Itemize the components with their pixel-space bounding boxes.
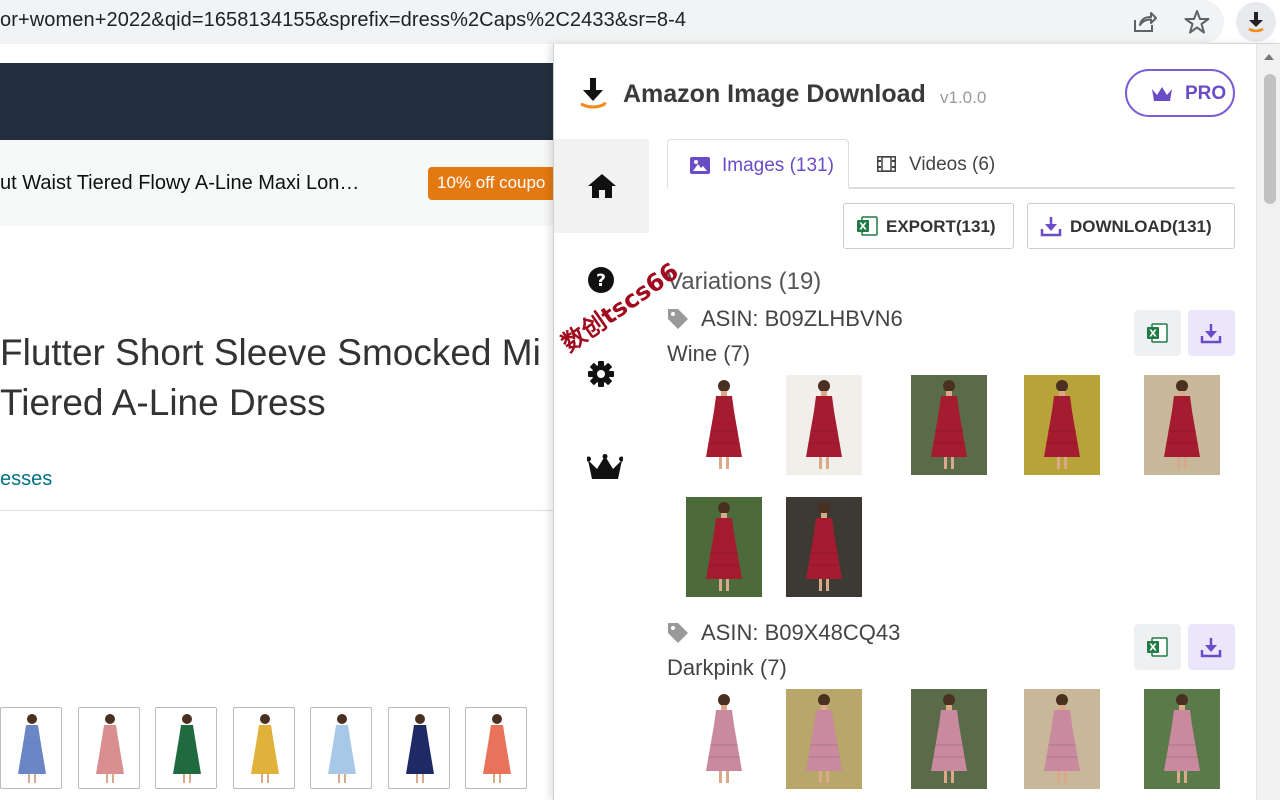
crown-icon [587, 454, 623, 482]
asin-label: ASIN: B09ZLHBVN6 [701, 306, 903, 332]
color-swatch-thumbnail[interactable] [233, 707, 295, 789]
app-logo-icon [576, 76, 610, 115]
product-title-line2: Tiered A-Line Dress [0, 378, 541, 428]
export-label: EXPORT(131) [886, 217, 996, 237]
divider [0, 510, 553, 511]
tab-videos[interactable]: Videos (6) [855, 139, 1005, 189]
media-tabs: Images (131) Videos (6) [667, 139, 1235, 189]
pro-label: PRO [1185, 83, 1226, 105]
address-bar[interactable]: or+women+2022&qid=1658134155&sprefix=dre… [0, 0, 1224, 44]
settings-icon [587, 360, 615, 388]
coupon-badge[interactable]: 10% off coupo [428, 167, 553, 200]
url-text[interactable]: or+women+2022&qid=1658134155&sprefix=dre… [0, 9, 686, 32]
nav-home[interactable] [554, 139, 649, 233]
product-image[interactable] [786, 689, 862, 789]
product-image[interactable] [1024, 375, 1100, 475]
tab-images-label: Images (131) [722, 155, 834, 177]
film-icon [877, 156, 896, 172]
product-image[interactable] [1024, 689, 1100, 789]
tab-images[interactable]: Images (131) [667, 139, 849, 189]
download-icon [1200, 322, 1222, 344]
amazon-product-page: ut Waist Tiered Flowy A-Line Maxi Lon… 1… [0, 44, 553, 800]
tab-videos-label: Videos (6) [909, 154, 995, 176]
product-image[interactable] [786, 497, 862, 597]
color-swatch-thumbnail[interactable] [155, 707, 217, 789]
group-download-button[interactable] [1188, 310, 1235, 356]
svg-text:X: X [1149, 329, 1157, 340]
panel-scrollbar[interactable] [1256, 44, 1280, 800]
amazon-nav-bar [0, 63, 553, 140]
pro-button[interactable]: PRO [1125, 69, 1235, 117]
home-icon [587, 172, 617, 200]
nav-premium[interactable] [554, 421, 649, 515]
product-image[interactable] [1144, 689, 1220, 789]
download-icon [1200, 636, 1222, 658]
download-arrow-icon [1246, 10, 1266, 34]
product-image[interactable] [1144, 375, 1220, 475]
product-image[interactable] [786, 375, 862, 475]
color-swatch-thumbnail[interactable] [0, 707, 62, 789]
product-image[interactable] [686, 497, 762, 597]
group-export-button[interactable]: X [1134, 624, 1181, 670]
extension-button[interactable] [1236, 2, 1276, 42]
crown-icon [1151, 85, 1173, 103]
tag-icon [667, 308, 689, 330]
download-all-button[interactable]: DOWNLOAD(131) [1027, 203, 1235, 249]
product-image[interactable] [686, 689, 762, 789]
excel-icon: X [856, 215, 878, 237]
share-icon[interactable] [1132, 10, 1158, 34]
scroll-up-arrow[interactable] [1264, 54, 1274, 60]
excel-icon: X [1146, 636, 1168, 658]
color-swatch-thumbnail[interactable] [310, 707, 372, 789]
product-image[interactable] [686, 375, 762, 475]
download-label: DOWNLOAD(131) [1070, 217, 1212, 237]
bookmark-star-icon[interactable] [1184, 9, 1210, 35]
product-image[interactable] [911, 375, 987, 475]
asin-label: ASIN: B09X48CQ43 [701, 620, 900, 646]
tag-icon [667, 622, 689, 644]
amazon-product-subtitle[interactable]: ut Waist Tiered Flowy A-Line Maxi Lon… [0, 172, 359, 195]
group-export-button[interactable]: X [1134, 310, 1181, 356]
excel-icon: X [1146, 322, 1168, 344]
color-swatch-thumbnail[interactable] [465, 707, 527, 789]
svg-text:?: ? [596, 271, 606, 291]
scrollbar-thumb[interactable] [1264, 74, 1276, 204]
app-title: Amazon Image Download [623, 80, 926, 109]
browser-toolbar: or+women+2022&qid=1658134155&sprefix=dre… [0, 0, 1280, 44]
variations-heading: Variations (19) [667, 268, 821, 296]
color-swatch-thumbnail[interactable] [388, 707, 450, 789]
group-download-button[interactable] [1188, 624, 1235, 670]
extension-panel: Amazon Image Download v1.0.0 PRO ? Image… [553, 44, 1280, 800]
variation-color-label: Wine (7) [667, 341, 750, 367]
svg-text:X: X [859, 222, 867, 233]
product-title-line1: Flutter Short Sleeve Smocked Mi [0, 328, 541, 378]
category-link[interactable]: esses [0, 468, 52, 491]
image-icon [690, 157, 710, 174]
svg-text:X: X [1149, 643, 1157, 654]
export-button[interactable]: X EXPORT(131) [843, 203, 1014, 249]
product-title: Flutter Short Sleeve Smocked Mi Tiered A… [0, 328, 541, 428]
variation-color-label: Darkpink (7) [667, 655, 787, 681]
download-icon [1040, 215, 1062, 237]
color-swatch-thumbnail[interactable] [78, 707, 140, 789]
app-version: v1.0.0 [940, 88, 986, 108]
product-image[interactable] [911, 689, 987, 789]
